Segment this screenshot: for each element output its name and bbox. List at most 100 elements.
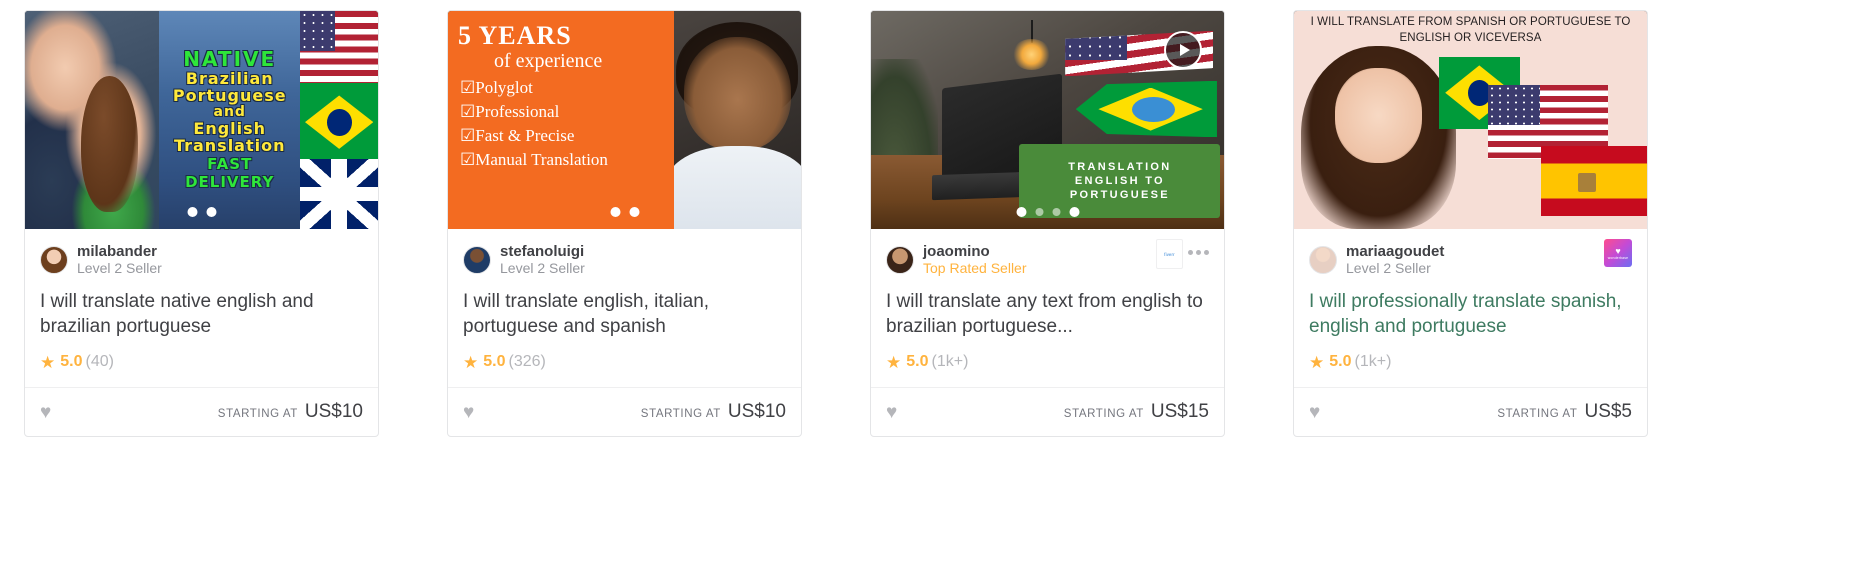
gig-card-footer: ♥ STARTING AT US$15	[871, 388, 1224, 436]
seller-row[interactable]: stefanoluigi Level 2 Seller	[463, 243, 786, 277]
carousel-dot[interactable]	[1069, 207, 1079, 217]
gig-thumbnail[interactable]: 5 YEARS of experience ☑Polyglot ☑Profess…	[448, 11, 801, 229]
rating-row: ★ 5.0 (1k+)	[886, 353, 1209, 371]
thumbnail-artwork: NATIVE Brazilian Portuguese and English …	[25, 11, 378, 229]
favorite-heart-icon[interactable]: ♥	[886, 403, 897, 422]
rating-row: ★ 5.0 (326)	[463, 353, 786, 371]
thumb-photo-couple	[25, 11, 160, 229]
seller-name[interactable]: mariaagoudet	[1346, 243, 1444, 260]
thumb-line-5: English	[193, 118, 267, 138]
rating-value: 5.0	[1329, 353, 1352, 371]
seller-row[interactable]: milabander Level 2 Seller	[40, 243, 363, 277]
thumb-caption: I WILL TRANSLATE FROM SPANISH OR PORTUGU…	[1310, 16, 1631, 44]
star-icon: ★	[1309, 352, 1325, 372]
carousel-dot[interactable]	[1016, 207, 1026, 217]
carousel-dots[interactable]	[610, 207, 639, 217]
gig-card-footer: ♥ STARTING AT US$5	[1294, 388, 1647, 436]
thumb-bullet-1: ☑Polyglot	[460, 78, 533, 97]
thumbnail-artwork: 5 YEARS of experience ☑Polyglot ☑Profess…	[448, 11, 801, 229]
seller-name[interactable]: joaomino	[923, 243, 1027, 260]
carousel-dot[interactable]	[1035, 208, 1043, 216]
seller-level: Level 2 Seller	[77, 260, 162, 277]
star-icon: ★	[886, 352, 902, 372]
carousel-dot[interactable]	[610, 207, 620, 217]
carousel-dot[interactable]	[1052, 208, 1060, 216]
thumb-line-2: Brazilian	[185, 68, 274, 88]
gig-card[interactable]: TRANSLATION ENGLISH TO PORTUGUESE joaomi…	[870, 10, 1225, 438]
pro-badge-icon: fiverr	[1156, 239, 1183, 269]
favorite-heart-icon[interactable]: ♥	[40, 403, 51, 422]
gig-card-body: stefanoluigi Level 2 Seller I will trans…	[448, 229, 801, 387]
gig-thumbnail[interactable]: NATIVE Brazilian Portuguese and English …	[25, 11, 378, 229]
price-amount: US$10	[727, 401, 786, 423]
favorite-heart-icon[interactable]: ♥	[463, 403, 474, 422]
seller-name[interactable]: milabander	[77, 243, 162, 260]
partner-badge-icon: ♥ wonderbase	[1604, 239, 1632, 267]
gig-title[interactable]: I will translate english, italian, portu…	[463, 289, 786, 339]
carousel-dot[interactable]	[629, 207, 639, 217]
thumbnail-artwork: TRANSLATION ENGLISH TO PORTUGUESE	[871, 11, 1224, 229]
thumb-line-3: Portuguese	[172, 85, 287, 105]
carousel-dot[interactable]	[187, 207, 197, 217]
thumb-line-7: FAST	[207, 155, 253, 174]
thumb-line-6: Translation	[173, 135, 286, 155]
seller-row[interactable]: mariaagoudet Level 2 Seller ♥ wonderbase	[1309, 239, 1632, 277]
gig-title[interactable]: I will translate native english and braz…	[40, 289, 363, 339]
carousel-dot[interactable]	[206, 207, 216, 217]
gig-card-body: milabander Level 2 Seller I will transla…	[25, 229, 378, 387]
thumb-tag-line-1: TRANSLATION	[1068, 160, 1172, 173]
gig-card[interactable]: 5 YEARS of experience ☑Polyglot ☑Profess…	[447, 10, 802, 438]
rating-value: 5.0	[906, 353, 929, 371]
gig-card[interactable]: I WILL TRANSLATE FROM SPANISH OR PORTUGU…	[1293, 10, 1648, 438]
rating-count: (1k+)	[931, 353, 969, 371]
seller-name[interactable]: stefanoluigi	[500, 243, 585, 260]
gig-card[interactable]: NATIVE Brazilian Portuguese and English …	[24, 10, 379, 438]
thumb-bullet-4: ☑Manual Translation	[460, 150, 608, 169]
gig-card-body: mariaagoudet Level 2 Seller ♥ wonderbase…	[1294, 229, 1647, 387]
thumb-bullet-3: ☑Fast & Precise	[460, 126, 575, 145]
rating-count: (326)	[508, 353, 546, 371]
seller-level: Top Rated Seller	[923, 260, 1027, 277]
badge-label: wonderbase	[1607, 255, 1629, 260]
carousel-dots[interactable]	[1016, 207, 1079, 217]
rating-value: 5.0	[483, 353, 506, 371]
pro-badge-label: fiverr	[1164, 251, 1175, 257]
avatar	[463, 246, 491, 275]
thumb-tag-line-2: ENGLISH TO	[1074, 174, 1165, 187]
thumb-tag-line-3: PORTUGUESE	[1069, 189, 1170, 202]
carousel-dots[interactable]	[187, 207, 216, 217]
gig-card-footer: ♥ STARTING AT US$10	[25, 388, 378, 436]
play-video-icon[interactable]	[1164, 31, 1202, 69]
gig-title[interactable]: I will translate any text from english t…	[886, 289, 1209, 339]
avatar	[886, 246, 914, 275]
rating-row: ★ 5.0 (1k+)	[1309, 353, 1632, 371]
thumb-text-panel: 5 YEARS of experience ☑Polyglot ☑Profess…	[448, 11, 674, 229]
spain-flag-icon	[1541, 146, 1647, 216]
avatar	[1309, 246, 1337, 275]
gig-thumbnail[interactable]: I WILL TRANSLATE FROM SPANISH OR PORTUGU…	[1294, 11, 1647, 229]
starting-at-label: STARTING AT	[217, 408, 298, 421]
thumb-headline: 5 YEARS	[458, 21, 572, 50]
gig-title[interactable]: I will professionally translate spanish,…	[1309, 289, 1632, 339]
badge-glyph: ♥	[1615, 245, 1621, 256]
thumb-photo-seller	[673, 11, 801, 229]
favorite-heart-icon[interactable]: ♥	[1309, 403, 1320, 422]
lightbulb-icon	[1012, 19, 1051, 70]
gig-card-body: joaomino Top Rated Seller fiverr I will …	[871, 229, 1224, 387]
brazil-flag-icon	[1075, 80, 1217, 138]
thumb-line-1: NATIVE	[183, 47, 277, 72]
gig-thumbnail[interactable]: TRANSLATION ENGLISH TO PORTUGUESE	[871, 11, 1224, 229]
price-block: STARTING AT US$15	[1064, 401, 1209, 423]
rating-count: (1k+)	[1354, 353, 1392, 371]
thumb-line-4: and	[213, 104, 246, 121]
seller-level: Level 2 Seller	[1346, 260, 1431, 277]
more-options-icon[interactable]	[1188, 250, 1209, 255]
gig-card-footer: ♥ STARTING AT US$10	[448, 388, 801, 436]
starting-at-label: STARTING AT	[640, 408, 721, 421]
gig-card-grid: NATIVE Brazilian Portuguese and English …	[0, 0, 1850, 438]
price-amount: US$5	[1584, 401, 1632, 423]
thumb-subhead: of experience	[494, 50, 603, 72]
seller-row[interactable]: joaomino Top Rated Seller fiverr	[886, 239, 1209, 277]
thumb-flags	[300, 11, 378, 229]
rating-row: ★ 5.0 (40)	[40, 353, 363, 371]
